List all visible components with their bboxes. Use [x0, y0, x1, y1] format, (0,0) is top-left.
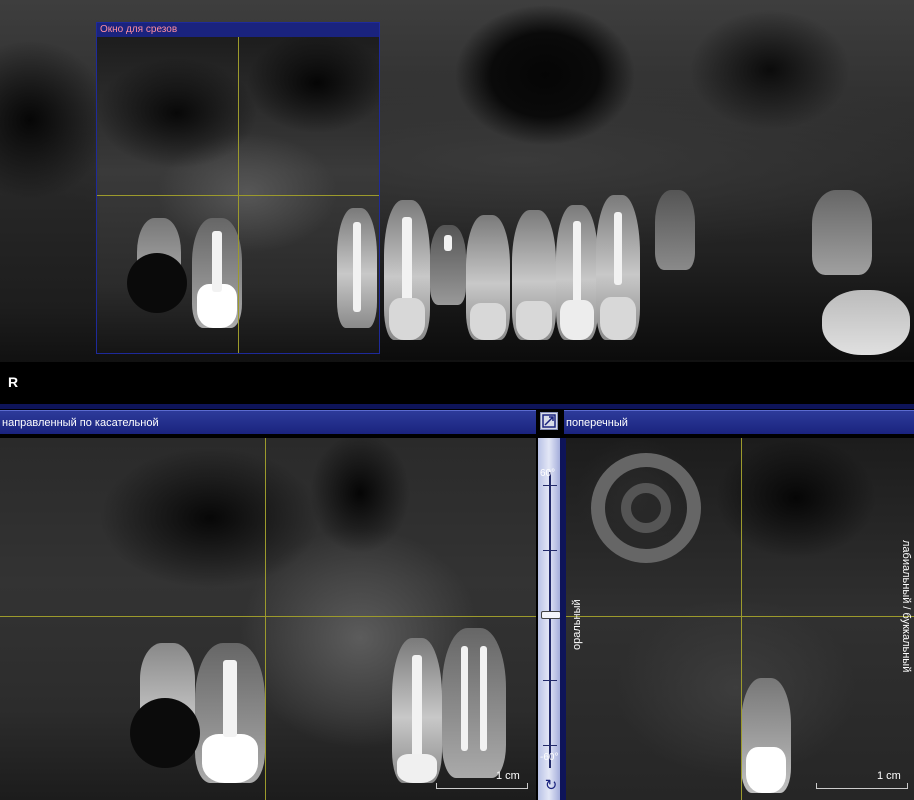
tangential-view[interactable]: 1 cm [0, 438, 536, 800]
tangential-view-header: направленный по касательной [0, 410, 536, 434]
scale-bar [436, 783, 528, 789]
scale-bar [816, 783, 908, 789]
oral-side-label: оральный [571, 599, 583, 650]
slice-window-title: Окно для срезов [97, 23, 379, 37]
panoramic-view[interactable]: Окно для срезов [0, 0, 914, 362]
slider-tick [543, 745, 557, 746]
crosshair-vertical [741, 438, 742, 800]
tooth-image [430, 225, 466, 305]
crosshair-horizontal [97, 195, 379, 196]
tooth-image [384, 200, 430, 340]
tooth-image [337, 208, 377, 328]
tangential-view-title: направленный по касательной [2, 417, 159, 429]
slider-tick [543, 680, 557, 681]
crosshair-horizontal [0, 616, 536, 617]
tooth-image [466, 215, 510, 340]
sinus-outline [621, 483, 671, 533]
orientation-marker: R [8, 374, 19, 390]
cross-section-title: поперечный [566, 417, 628, 429]
expand-button[interactable] [540, 412, 558, 430]
view-divider [0, 404, 914, 409]
crosshair-vertical [265, 438, 266, 800]
tooth-image [442, 628, 506, 778]
tooth-image [822, 290, 910, 355]
tooth-image [596, 195, 640, 340]
tooth-image [392, 638, 442, 783]
cross-section-view[interactable]: 1 cm [566, 438, 914, 800]
slice-window[interactable]: Окно для срезов [96, 22, 380, 354]
slider-thumb[interactable] [541, 611, 561, 619]
dark-region [130, 698, 200, 768]
tooth-image [195, 643, 265, 783]
buccal-side-label: лабиальный / буккальный [900, 540, 912, 673]
tooth-image [192, 218, 242, 328]
slider-tick [543, 550, 557, 551]
slider-max-label: 60° [540, 468, 556, 479]
rotate-icon[interactable]: ↻ [542, 777, 560, 795]
slider-min-label: -60° [540, 752, 559, 763]
tooth-image [556, 205, 598, 340]
expand-icon [542, 414, 556, 428]
tooth-image [741, 678, 791, 793]
scale-label: 1 cm [877, 770, 901, 782]
tooth-image [812, 190, 872, 275]
cross-section-header: поперечный [564, 410, 914, 434]
slider-track [549, 472, 551, 768]
dark-region [127, 253, 187, 313]
crosshair-horizontal [566, 616, 914, 617]
slider-tick [543, 485, 557, 486]
tooth-image [512, 210, 556, 340]
tooth-image [655, 190, 695, 270]
scale-label: 1 cm [496, 770, 520, 782]
